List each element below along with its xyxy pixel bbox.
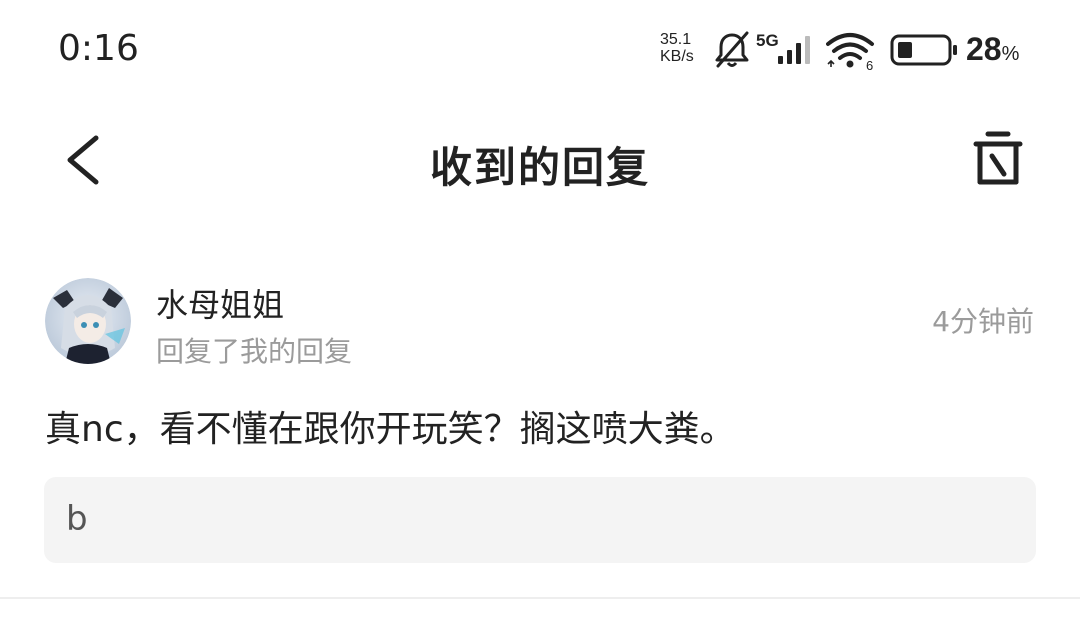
avatar[interactable] <box>45 278 131 364</box>
net-speed-value: 35.1 <box>660 31 692 48</box>
wifi-label: 6 <box>866 58 873 72</box>
username[interactable]: 水母姐姐 <box>156 280 284 326</box>
battery-value: 28 <box>966 31 1002 67</box>
net-speed-unit: KB/s <box>660 48 694 65</box>
reply-type-label: 回复了我的回复 <box>156 335 353 368</box>
net-speed: 35.1 KB/s <box>660 31 706 65</box>
battery-unit: % <box>1001 43 1020 65</box>
quoted-comment-text: b <box>66 499 88 539</box>
battery-icon <box>890 34 957 66</box>
divider <box>0 597 1080 599</box>
status-clock: 0:16 <box>58 28 139 69</box>
quoted-comment[interactable]: b <box>44 477 1036 563</box>
battery-percent: 28% <box>966 31 1019 68</box>
reply-content[interactable]: 真nc，看不懂在跟你开玩笑？搁这喷大粪。 <box>45 400 736 452</box>
status-bar: 0:16 35.1 KB/s 5G 6 28% <box>0 0 1080 100</box>
wifi-icon: 6 <box>826 30 878 73</box>
bell-off-icon <box>715 31 749 68</box>
clear-icon[interactable] <box>970 130 1026 190</box>
signal-icon: 5G <box>756 30 818 70</box>
network-type: 5G <box>756 31 779 50</box>
page-title: 收到的回复 <box>429 143 650 192</box>
timestamp: 4分钟前 <box>932 305 1034 338</box>
